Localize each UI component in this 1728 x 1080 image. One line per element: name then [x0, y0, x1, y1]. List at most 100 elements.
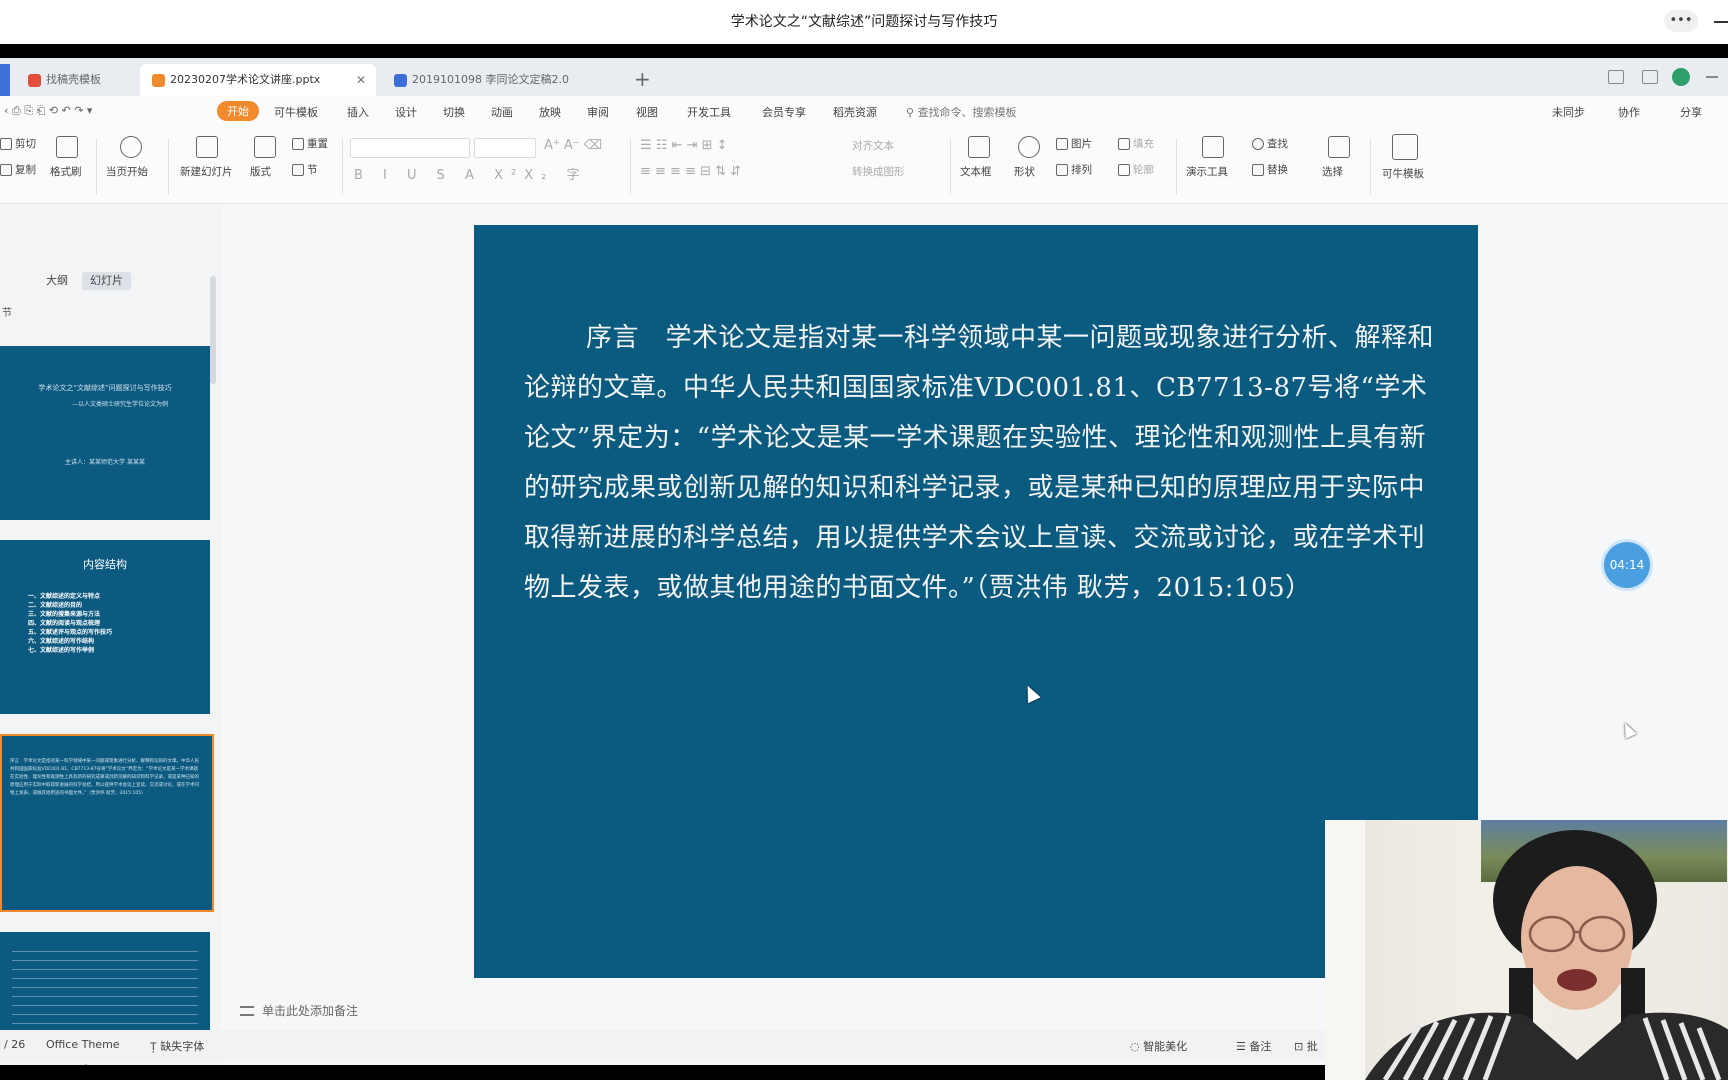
more-options-icon[interactable]: •••: [1664, 10, 1698, 32]
new-slide-icon: [196, 136, 218, 158]
slide-thumbnail-2[interactable]: 内容结构 一、文献综述的定义与特点 二、文献综述的目的 三、文献的搜集来源与方法…: [0, 540, 210, 714]
comment-button[interactable]: ⊡ 批: [1294, 1038, 1318, 1054]
window-minimize-icon[interactable]: [1706, 76, 1718, 78]
collaborate-button[interactable]: 协作: [1618, 104, 1640, 120]
menu-developer[interactable]: 开发工具: [687, 104, 731, 120]
tab-slides[interactable]: 幻灯片: [82, 272, 131, 290]
menu-animation[interactable]: 动画: [491, 104, 513, 120]
reset-icon: [292, 138, 304, 150]
command-search[interactable]: ⚲ 查找命令、搜索模板: [906, 104, 1017, 120]
thumb-contents-item: 三、文献的搜集来源与方法: [28, 611, 101, 618]
menu-insert[interactable]: 插入: [347, 104, 369, 120]
close-tab-icon[interactable]: ✕: [356, 64, 366, 96]
text-format-buttons[interactable]: B I U S A X²X₂ 字: [354, 164, 587, 183]
picture-button[interactable]: 图片: [1056, 136, 1092, 151]
align-buttons[interactable]: ≡ ≡ ≡ ≡ ⊟ ⇅ ⇵: [640, 164, 741, 179]
page-count: / 26: [4, 1038, 26, 1051]
tab-docx[interactable]: 2019101098 李同论文定稿2.0: [382, 64, 608, 96]
speaker-figure: [1365, 830, 1728, 1080]
play-from-current-button[interactable]: 当页开始: [106, 164, 148, 179]
select-icon: [1328, 136, 1350, 158]
quick-access-toolbar[interactable]: ‹ ⎙ ⎘ ⎗ ⟲ ↶ ↷ ▾: [4, 104, 92, 118]
home-tab-edge[interactable]: [0, 64, 10, 96]
find-button[interactable]: 查找: [1252, 136, 1288, 151]
copy-icon: [0, 164, 12, 176]
tab-outline[interactable]: 大纲: [38, 272, 76, 290]
theme-name[interactable]: Office Theme: [46, 1038, 120, 1051]
tab-template[interactable]: 找稿壳模板: [16, 64, 138, 96]
apps-grid-icon[interactable]: [1642, 70, 1658, 84]
arrange-button[interactable]: 排列: [1056, 162, 1092, 177]
meeting-title-bar: 学术论文之“文献综述”问题探讨与写作技巧 •••: [0, 0, 1728, 44]
thumb-contents-item: 二、文献综述的目的: [28, 602, 83, 609]
smart-beautify-button[interactable]: ◌ 智能美化: [1130, 1038, 1187, 1054]
slide-thumbnail-pane: 大纲 幻灯片 节 学术论文之“文献综述”问题探讨与写作技巧 —以人文类硕士研究生…: [0, 206, 222, 1065]
menu-start[interactable]: 开始: [217, 101, 259, 121]
tab-label: 20230207学术论文讲座.pptx: [170, 73, 321, 86]
menu-docer[interactable]: 稻壳资源: [833, 104, 877, 120]
cut-button[interactable]: 剪切: [0, 136, 36, 151]
format-painter-button[interactable]: 格式刷: [50, 164, 82, 179]
replace-icon: [1252, 164, 1264, 176]
thumb-contents-item: 五、文献述评与观点的写作技巧: [28, 629, 113, 636]
format-painter-icon: [56, 136, 78, 158]
missing-font-button[interactable]: T᷊ 缺失字体: [150, 1038, 204, 1054]
section-icon: [292, 164, 304, 176]
menu-view[interactable]: 视图: [636, 104, 658, 120]
textbox-button[interactable]: 文本框: [960, 164, 992, 179]
user-avatar[interactable]: [1672, 68, 1690, 86]
replace-button[interactable]: 替换: [1252, 162, 1288, 177]
select-button[interactable]: 选择: [1322, 164, 1343, 179]
template-gallery-button[interactable]: 可牛模板: [1382, 166, 1424, 181]
find-icon: [1252, 138, 1264, 150]
thumbnail-scrollbar[interactable]: [210, 276, 216, 384]
slide-body-text[interactable]: 序言 学术论文是指对某一科学领域中某一问题或现象进行分析、解释和论辩的文章。中华…: [524, 313, 1444, 613]
presenter-tools-button[interactable]: 演示工具: [1186, 164, 1228, 179]
tab-pptx[interactable]: 20230207学术论文讲座.pptx ✕: [140, 64, 376, 96]
notes-toggle-icon: ☰: [1236, 1040, 1250, 1053]
menu-bar: ‹ ⎙ ⎘ ⎗ ⟲ ↶ ↷ ▾ 开始 可牛模板 插入 设计 切换 动画 放映 审…: [0, 96, 1728, 128]
shape-button[interactable]: 形状: [1014, 164, 1035, 179]
arrow-cursor-icon: [1619, 720, 1637, 739]
menu-template[interactable]: 可牛模板: [274, 104, 318, 120]
menu-slideshow[interactable]: 放映: [539, 104, 561, 120]
thumb-subtitle: —以人文类硕士研究生学位论文为例: [71, 401, 168, 408]
font-size-adjust[interactable]: A⁺ A⁻ ⌫: [544, 138, 602, 153]
slide-thumbnail-1[interactable]: 学术论文之“文献综述”问题探讨与写作技巧 —以人文类硕士研究生学位论文为例 主讲…: [0, 346, 210, 520]
share-button[interactable]: 分享: [1680, 104, 1702, 120]
tab-label: 找稿壳模板: [46, 73, 101, 86]
pointer-cursor-icon: [1021, 682, 1041, 704]
copy-button[interactable]: 复制: [0, 162, 36, 177]
sync-status[interactable]: 未同步: [1552, 104, 1585, 120]
tab-label: 2019101098 李同论文定稿2.0: [412, 73, 569, 86]
font-size-select[interactable]: [474, 138, 536, 158]
menu-member[interactable]: 会员专享: [762, 104, 806, 120]
slide-thumbnail-3[interactable]: 序言 学术论文是指对某一科学领域中某一问题或现象进行分析、解释和论辩的文章。中华…: [0, 734, 214, 912]
thumb-contents-item: 一、文献综述的定义与特点: [28, 593, 101, 600]
menu-transition[interactable]: 切换: [443, 104, 465, 120]
new-tab-button[interactable]: +: [634, 68, 651, 90]
list-buttons[interactable]: ☰ ☷ ⇤ ⇥ ⊞ ↕: [640, 138, 728, 153]
menu-design[interactable]: 设计: [395, 104, 417, 120]
thumb-preface-text: 序言 学术论文是指对某一科学领域中某一问题或现象进行分析、解释和论辩的文章。中华…: [10, 759, 199, 796]
fill-icon: [1118, 138, 1130, 150]
notes-toggle-button[interactable]: ☰ 备注: [1236, 1038, 1271, 1054]
window-layout-icon[interactable]: [1608, 70, 1624, 84]
section-button[interactable]: 节: [292, 162, 318, 177]
menu-review[interactable]: 审阅: [587, 104, 609, 120]
align-text-button[interactable]: 对齐文本: [852, 138, 894, 153]
fill-button[interactable]: 填充: [1118, 136, 1154, 151]
thumb-contents-item: 四、文献的阅读与观点梳理: [28, 620, 101, 627]
reset-button[interactable]: 重置: [292, 136, 328, 151]
font-family-select[interactable]: [350, 138, 470, 158]
document-tab-bar: 找稿壳模板 20230207学术论文讲座.pptx ✕ 2019101098 李…: [0, 58, 1728, 96]
minimize-icon[interactable]: [1714, 21, 1728, 23]
outline-button[interactable]: 轮廓: [1118, 162, 1154, 177]
layout-button[interactable]: 版式: [250, 164, 271, 179]
thumb-contents-item: 六、文献综述的写作结构: [28, 638, 95, 645]
convert-smartart-button[interactable]: 转换成图形: [852, 164, 905, 179]
recording-timer[interactable]: 04:14: [1604, 542, 1650, 588]
thumb-contents-item: 七、文献综述的写作举例: [28, 647, 95, 654]
new-slide-button[interactable]: 新建幻灯片: [180, 164, 233, 179]
outline-icon: [1118, 164, 1130, 176]
